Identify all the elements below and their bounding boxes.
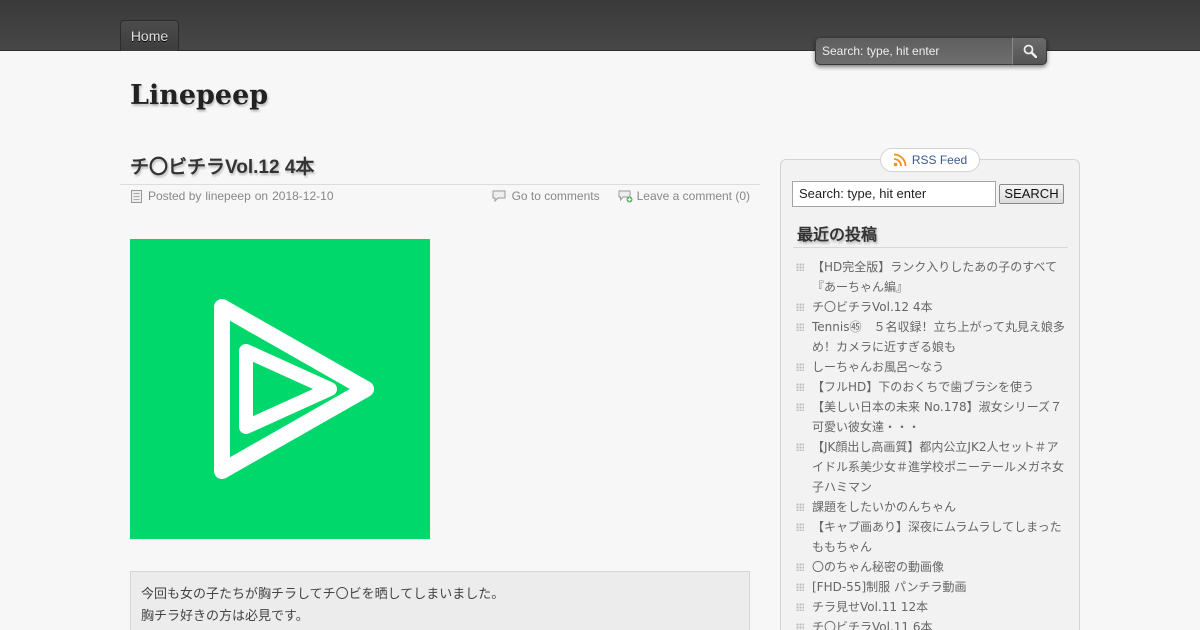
recent-post-link[interactable]: チ〇ビチラVol.11 6本 <box>812 620 933 630</box>
recent-posts-list: 【HD完全版】ランク入りしたあの子のすべて『あーちゃん編』 チ〇ビチラVol.1… <box>796 257 1074 630</box>
widget-divider <box>793 247 1068 248</box>
recent-post-link[interactable]: 【美しい日本の未来 No.178】淑女シリーズ７ 可愛い彼女達・・・ <box>812 400 1074 434</box>
magnifier-icon <box>1023 44 1037 58</box>
top-search-button[interactable] <box>1013 37 1047 65</box>
rss-feed-link[interactable]: RSS Feed <box>880 148 980 172</box>
post-thumbnail[interactable] <box>130 239 430 539</box>
recent-post-item[interactable]: チ〇ビチラVol.11 6本 <box>796 617 1066 630</box>
recent-post-item[interactable]: 【美しい日本の未来 No.178】淑女シリーズ７ 可愛い彼女達・・・ <box>796 397 1074 437</box>
recent-post-item[interactable]: 課題をしたいかのんちゃん <box>796 497 1066 517</box>
recent-post-link[interactable]: 〇のちゃん秘密の動画像 <box>812 560 944 574</box>
dotted-bullet-icon <box>796 603 804 611</box>
recent-post-item[interactable]: 〇のちゃん秘密の動画像 <box>796 557 1066 577</box>
post-author-link[interactable]: linepeep <box>205 189 250 203</box>
dotted-bullet-icon <box>796 363 804 371</box>
post-body-line-2: 胸チラ好きの方は必見です。 <box>141 609 309 624</box>
dotted-bullet-icon <box>796 303 804 311</box>
dotted-bullet-icon <box>796 563 804 571</box>
recent-post-item[interactable]: [FHD-55]制服 パンチラ動画 <box>796 577 1066 597</box>
recent-post-link[interactable]: 【キャプ画あり】深夜にムラムラしてしまったももちゃん <box>812 520 1062 554</box>
recent-post-item[interactable]: 【HD完全版】ランク入りしたあの子のすべて『あーちゃん編』 <box>796 257 1066 297</box>
document-icon <box>131 189 142 203</box>
post-byline: Posted by linepeep on 2018-12-10 <box>131 189 334 203</box>
recent-post-item[interactable]: 【JK顔出し高画質】都内公立JK2人セット＃アイドル系美少女＃進学校ポニーテール… <box>796 437 1066 497</box>
top-search-form: Search: type, hit enter <box>815 37 1047 65</box>
dotted-bullet-icon <box>796 583 804 591</box>
dotted-bullet-icon <box>796 323 804 331</box>
recent-post-item[interactable]: チ〇ビチラVol.12 4本 <box>796 297 1066 317</box>
play-triangle-logo <box>214 299 374 479</box>
dotted-bullet-icon <box>796 503 804 511</box>
recent-post-link[interactable]: 【JK顔出し高画質】都内公立JK2人セット＃アイドル系美少女＃進学校ポニーテール… <box>812 440 1064 494</box>
sidebar-search-button[interactable]: SEARCH <box>999 184 1064 204</box>
recent-post-link[interactable]: 課題をしたいかのんちゃん <box>812 500 956 514</box>
recent-post-item[interactable]: しーちゃんお風呂～なう <box>796 357 1066 377</box>
recent-post-item[interactable]: Tennis㊺ ５名収録！立ち上がって丸見え娘多め！カメラに近すぎる娘も <box>796 317 1066 357</box>
top-search-input[interactable]: Search: type, hit enter <box>815 37 1013 65</box>
leave-comment-link[interactable]: Leave a comment (0) <box>637 189 750 203</box>
top-navigation-bar: Home Search: type, hit enter <box>0 0 1200 65</box>
post-date: 2018-12-10 <box>272 189 334 203</box>
post-body-line-1: 今回も女の子たちが胸チラしてチ〇ビを晒してしまいました。 <box>141 587 505 602</box>
dotted-bullet-icon <box>796 383 804 391</box>
dotted-bullet-icon <box>796 523 804 531</box>
rss-icon <box>893 153 907 167</box>
recent-post-link[interactable]: Tennis㊺ ５名収録！立ち上がって丸見え娘多め！カメラに近すぎる娘も <box>812 320 1065 354</box>
site-title[interactable]: Linepeep <box>130 80 268 111</box>
post-comment-links: Go to comments Leave a comment (0) <box>492 189 750 203</box>
recent-post-link[interactable]: しーちゃんお風呂～なう <box>812 360 944 374</box>
post-meta-bar: Posted by linepeep on 2018-12-10 Go to c… <box>120 184 760 208</box>
post-excerpt: 今回も女の子たちが胸チラしてチ〇ビを晒してしまいました。 胸チラ好きの方は必見で… <box>130 571 750 630</box>
dotted-bullet-icon <box>796 263 804 271</box>
recent-post-item[interactable]: チラ見せVol.11 12本 <box>796 597 1066 617</box>
recent-post-link[interactable]: チ〇ビチラVol.12 4本 <box>812 300 933 314</box>
dotted-bullet-icon <box>796 623 804 630</box>
dotted-bullet-icon <box>796 403 804 411</box>
comment-add-icon <box>618 190 633 202</box>
recent-post-link[interactable]: [FHD-55]制服 パンチラ動画 <box>812 580 967 594</box>
post-title[interactable]: チ〇ビチラVol.12 4本 <box>130 152 314 179</box>
recent-posts-heading: 最近の投稿 <box>797 225 878 244</box>
posted-on-word: on <box>254 189 269 203</box>
nav-home-tab[interactable]: Home <box>120 20 179 51</box>
recent-post-link[interactable]: チラ見せVol.11 12本 <box>812 600 928 614</box>
dotted-bullet-icon <box>796 443 804 451</box>
recent-post-item[interactable]: 【キャプ画あり】深夜にムラムラしてしまったももちゃん <box>796 517 1066 557</box>
rss-feed-label: RSS Feed <box>911 153 968 167</box>
recent-post-link[interactable]: 【フルHD】下のおくちで歯ブラシを使う <box>812 380 1034 394</box>
speech-bubble-icon <box>492 190 506 202</box>
recent-post-link[interactable]: 【HD完全版】ランク入りしたあの子のすべて『あーちゃん編』 <box>812 260 1057 294</box>
posted-by-prefix: Posted by <box>148 189 202 203</box>
go-to-comments-link[interactable]: Go to comments <box>512 189 600 203</box>
recent-post-item[interactable]: 【フルHD】下のおくちで歯ブラシを使う <box>796 377 1066 397</box>
sidebar-search-input[interactable]: Search: type, hit enter <box>792 181 996 207</box>
